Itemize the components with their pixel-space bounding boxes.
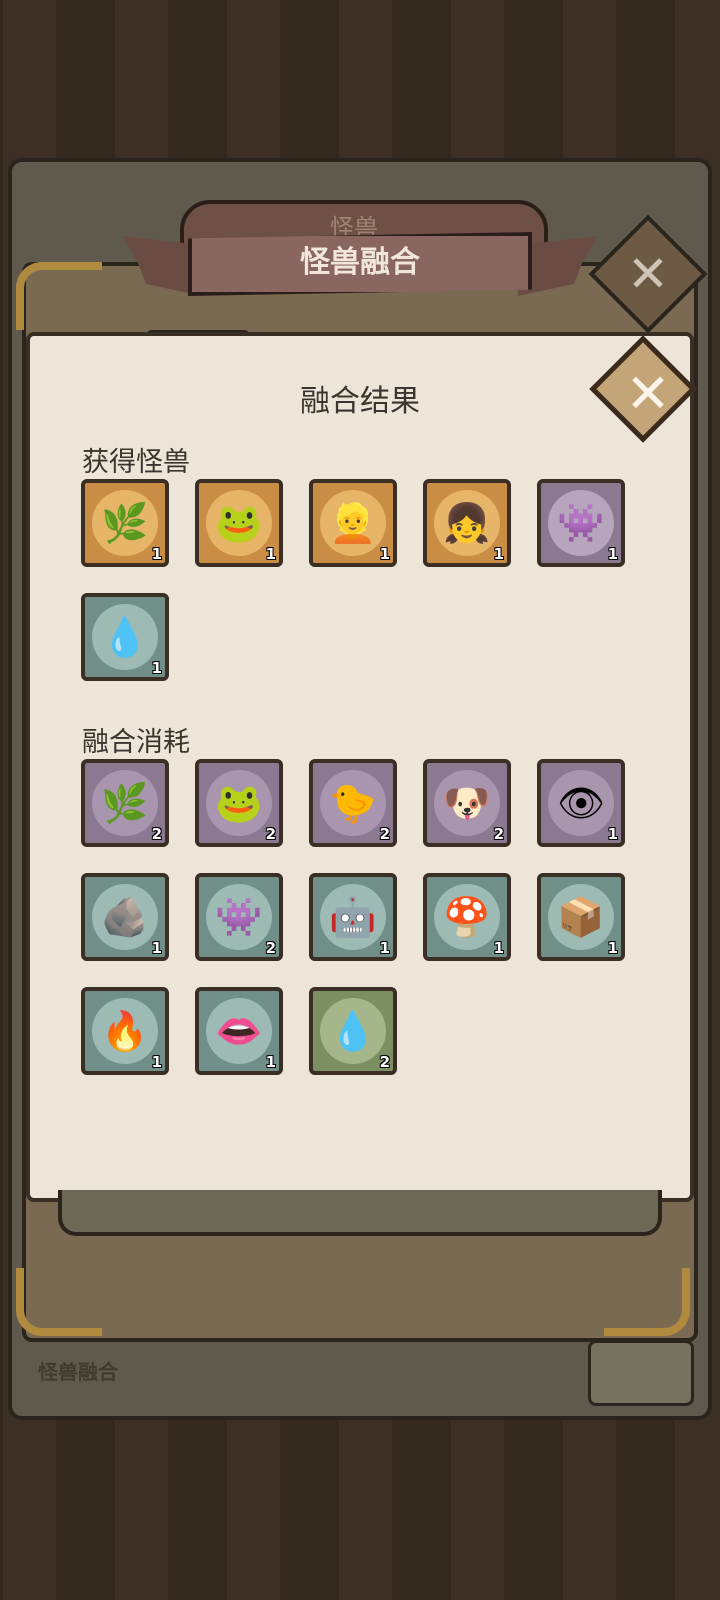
consumed-monster-slot[interactable]: 👾 2 <box>195 873 283 961</box>
consumed-monster-slot[interactable]: 🐶 2 <box>423 759 511 847</box>
consumed-section-label: 融合消耗 <box>82 727 190 758</box>
consumed-monster-slot[interactable]: 🤖 1 <box>309 873 397 961</box>
item-count: 2 <box>493 825 504 843</box>
dog-monster-icon: 🐶 <box>434 770 500 836</box>
blue-slime-icon: 💧 <box>92 604 158 670</box>
obtained-section-label: 获得怪兽 <box>82 447 190 478</box>
item-count: 2 <box>379 1053 390 1071</box>
item-count: 1 <box>493 939 504 957</box>
background-close-icon: ✕ <box>627 245 669 303</box>
blonde-hero-icon: 👱 <box>320 490 386 556</box>
obtained-monster-slot[interactable]: 👱 1 <box>309 479 397 567</box>
obtained-monster-slot[interactable]: 💧 1 <box>81 593 169 681</box>
item-count: 1 <box>151 1053 162 1071</box>
gold-corner-bottom-left <box>16 1268 102 1336</box>
background-panel-button <box>588 1340 694 1406</box>
obtained-monster-slot[interactable]: 🌿 1 <box>81 479 169 567</box>
item-count: 1 <box>265 545 276 563</box>
item-count: 1 <box>607 545 618 563</box>
item-count: 1 <box>265 1053 276 1071</box>
fire-rock-monster-icon: 🔥 <box>92 998 158 1064</box>
consumed-monster-slot[interactable]: 👁 1 <box>537 759 625 847</box>
background-panel-label: 怪兽融合 <box>38 1360 118 1384</box>
item-count: 1 <box>151 939 162 957</box>
obtained-monster-slot[interactable]: 🐸 1 <box>195 479 283 567</box>
item-count: 2 <box>379 825 390 843</box>
item-count: 1 <box>607 939 618 957</box>
teeth-monster-icon: 👄 <box>206 998 272 1064</box>
consumed-monster-slot[interactable]: 💧 2 <box>309 987 397 1075</box>
girl-hero-icon: 👧 <box>434 490 500 556</box>
dialog-bottom-frame <box>58 1190 662 1236</box>
obtained-monster-slot[interactable]: 👾 1 <box>537 479 625 567</box>
yellow-chick-icon: 🐤 <box>320 770 386 836</box>
consumed-monster-slot[interactable]: 📦 1 <box>537 873 625 961</box>
item-count: 2 <box>151 825 162 843</box>
gold-corner-top-left <box>16 262 102 330</box>
flytrap-monster-icon: 🌿 <box>92 490 158 556</box>
coral-slug-monster-icon: 👾 <box>548 490 614 556</box>
consumed-monster-slot[interactable]: 🐸 2 <box>195 759 283 847</box>
item-count: 1 <box>493 545 504 563</box>
mimic-chest-icon: 📦 <box>548 884 614 950</box>
item-count: 1 <box>379 545 390 563</box>
consumed-monster-slot[interactable]: 🌿 2 <box>81 759 169 847</box>
obtained-monster-slot[interactable]: 👧 1 <box>423 479 511 567</box>
dialog-title: 融合结果 <box>300 384 420 419</box>
item-count: 1 <box>151 659 162 677</box>
crystal-eye-monster-icon: 👁 <box>548 770 614 836</box>
consumed-monster-slot[interactable]: 👄 1 <box>195 987 283 1075</box>
rock-golem-icon: 🪨 <box>92 884 158 950</box>
item-count: 2 <box>265 825 276 843</box>
item-count: 2 <box>265 939 276 957</box>
robot-monster-icon: 🤖 <box>320 884 386 950</box>
blue-slime-icon: 💧 <box>320 998 386 1064</box>
item-count: 1 <box>379 939 390 957</box>
consumed-monster-slot[interactable]: 🪨 1 <box>81 873 169 961</box>
consumed-monster-slot[interactable]: 🔥 1 <box>81 987 169 1075</box>
consumed-monster-slot[interactable]: 🐤 2 <box>309 759 397 847</box>
flytrap-monster-icon: 🌿 <box>92 770 158 836</box>
toad-monster-icon: 🐸 <box>206 770 272 836</box>
coral-slug-monster-icon: 👾 <box>206 884 272 950</box>
toad-monster-icon: 🐸 <box>206 490 272 556</box>
gold-corner-bottom-right <box>604 1268 690 1336</box>
item-count: 1 <box>607 825 618 843</box>
mushroom-monster-icon: 🍄 <box>434 884 500 950</box>
page-title: 怪兽融合 <box>300 245 420 280</box>
item-count: 1 <box>151 545 162 563</box>
consumed-monster-slot[interactable]: 🍄 1 <box>423 873 511 961</box>
